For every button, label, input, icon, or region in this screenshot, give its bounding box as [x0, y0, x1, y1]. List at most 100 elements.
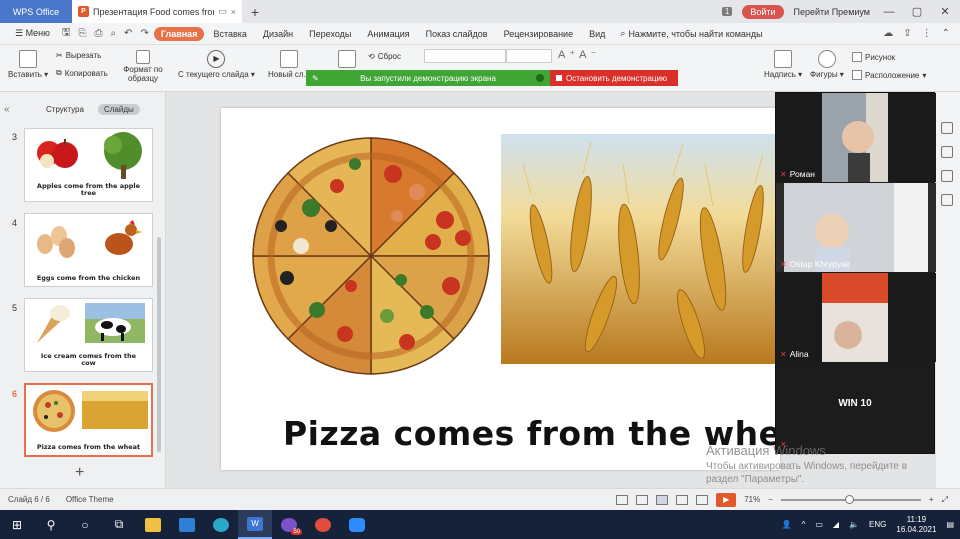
file-explorer-icon[interactable] — [136, 510, 170, 539]
current-slide[interactable]: Pizza comes from the wheat — [221, 108, 780, 470]
cut-button[interactable]: ✂ Вырезать — [56, 51, 101, 60]
premium-link[interactable]: Перейти Премиум — [794, 7, 870, 17]
pane-scrollbar[interactable] — [157, 237, 161, 452]
arrange-button[interactable]: Расположение ▾ — [852, 70, 926, 80]
login-button[interactable]: Войти — [742, 4, 784, 19]
share-icon[interactable]: ⇪ — [903, 28, 911, 39]
format-painter-button[interactable]: Формат по образцу — [120, 50, 166, 84]
tab-animation[interactable]: Анимация — [360, 27, 416, 41]
zoom-app-icon[interactable] — [340, 510, 374, 539]
task-view-icon[interactable]: ⧉ — [102, 510, 136, 539]
cursor-icon[interactable] — [941, 122, 953, 134]
undo-icon[interactable]: ↶ — [121, 28, 135, 39]
cortana-icon[interactable]: ○ — [68, 510, 102, 539]
user-icon[interactable]: 👤 — [782, 520, 792, 529]
more-icon[interactable]: ⋮ — [922, 28, 932, 39]
participant-tile[interactable]: ✕ Ostap Khrypyak — [776, 183, 936, 272]
tab-insert[interactable]: Вставка — [206, 27, 253, 41]
preview-icon[interactable]: ⌕ — [107, 28, 119, 39]
reset-icon: ⟲ — [368, 52, 375, 61]
notes-icon[interactable] — [616, 494, 629, 505]
windows-start-icon[interactable]: ⊞ — [0, 510, 34, 539]
volume-icon[interactable]: 🔈 — [849, 520, 859, 529]
participant-tile[interactable]: ✕ Роман — [776, 93, 936, 182]
mail-icon[interactable] — [170, 510, 204, 539]
add-slide-button[interactable]: + — [75, 464, 84, 482]
new-tab-button[interactable]: + — [242, 4, 268, 20]
app-tab[interactable]: WPS Office — [0, 0, 72, 23]
main-menu-button[interactable]: ☰ Меню — [8, 26, 57, 41]
chrome-icon[interactable] — [306, 510, 340, 539]
tab-transitions[interactable]: Переходы — [302, 27, 358, 41]
reading-view-icon[interactable] — [696, 494, 709, 505]
edge-icon[interactable] — [204, 510, 238, 539]
close-tab-icon[interactable]: × — [231, 7, 236, 17]
tab-view[interactable]: Вид — [582, 27, 612, 41]
normal-view-icon[interactable] — [656, 494, 669, 505]
comment-icon[interactable] — [636, 494, 649, 505]
fit-slide-icon[interactable]: ⤢ — [942, 495, 948, 505]
zoom-slider-knob[interactable] — [844, 494, 854, 504]
theme-name[interactable]: Office Theme — [66, 495, 114, 504]
close-window-icon[interactable]: ✕ — [936, 5, 954, 18]
zoom-out-icon[interactable]: − — [768, 495, 773, 504]
wps-app-icon[interactable]: W — [238, 510, 272, 539]
slideshow-play-button[interactable]: ▶ — [716, 492, 737, 507]
font-grow-shrink[interactable]: A⁺A⁻ — [558, 48, 600, 61]
cloud-icon[interactable]: ☁ — [883, 28, 893, 39]
minimize-icon[interactable]: — — [880, 6, 898, 18]
tab-design[interactable]: Дизайн — [256, 27, 300, 41]
from-current-slide-button[interactable]: ▶ С текущего слайда ▾ — [178, 50, 255, 79]
search-icon[interactable]: ⚲ — [34, 510, 68, 539]
picture-button[interactable]: Рисунок — [852, 52, 895, 62]
tab-slides[interactable]: Слайды — [97, 104, 140, 115]
document-tab[interactable]: P Презентация Food comes from ▭ × — [72, 0, 242, 23]
notifications-icon[interactable]: ▤ — [946, 520, 954, 529]
shapes-button[interactable]: Фигуры ▾ — [810, 50, 844, 79]
command-search[interactable]: ⌕ Нажмите, чтобы найти команды — [620, 28, 762, 39]
slide-sorter-icon[interactable] — [676, 494, 689, 505]
network-icon[interactable]: ◢ — [833, 520, 839, 529]
collapse-pane-icon[interactable]: « — [4, 104, 10, 115]
clock[interactable]: 11:19 16.04.2021 — [896, 515, 936, 534]
style-icon[interactable] — [941, 146, 953, 158]
participant-tile[interactable]: ✕ Alina — [776, 273, 936, 362]
copy-button[interactable]: ⧉ Копировать — [56, 68, 108, 78]
tab-outline[interactable]: Структура — [40, 104, 90, 115]
slide-thumbnail-3[interactable]: Apples come from the apple tree — [24, 128, 153, 202]
save-icon[interactable]: 🖫 — [59, 25, 74, 42]
language-indicator[interactable]: ENG — [869, 520, 886, 529]
thumbnail-number: 4 — [12, 218, 18, 228]
history-icon[interactable] — [941, 194, 953, 206]
redo-icon[interactable]: ↷ — [137, 28, 151, 39]
viber-icon[interactable]: 50 — [272, 510, 306, 539]
maximize-icon[interactable]: ▢ — [908, 5, 926, 18]
tab-slideshow[interactable]: Показ слайдов — [419, 27, 495, 41]
font-name-select[interactable] — [424, 49, 506, 63]
battery-icon[interactable]: ▭ — [815, 520, 823, 529]
collapse-ribbon-icon[interactable]: ⌃ — [942, 28, 950, 39]
window-count-badge[interactable]: 1 — [721, 7, 733, 16]
layout-button[interactable] — [338, 50, 356, 70]
zoom-level[interactable]: 71% — [744, 495, 760, 504]
print-icon[interactable]: ⎙ — [91, 28, 105, 39]
adjust-icon[interactable] — [941, 170, 953, 182]
font-size-select[interactable] — [506, 49, 552, 63]
zoom-slider[interactable] — [780, 494, 921, 504]
textbox-button[interactable]: Надпись ▾ — [764, 50, 802, 79]
slide-thumbnail-4[interactable]: Eggs come from the chicken — [24, 213, 153, 287]
monitor-icon[interactable]: ▭ — [218, 6, 227, 17]
reset-button[interactable]: ⟲ Сброс — [368, 52, 401, 61]
paste-button[interactable]: Вставить ▾ — [8, 50, 48, 79]
slide-thumbnail-6[interactable]: Pizza comes from the wheat — [24, 383, 153, 457]
pin-icon[interactable]: ✎ — [312, 74, 319, 83]
tab-home[interactable]: Главная — [153, 26, 205, 41]
eggs-chicken-image — [37, 220, 142, 258]
tab-review[interactable]: Рецензирование — [497, 27, 581, 41]
new-slide-button[interactable]: Новый сл... — [268, 50, 310, 79]
stop-share-button[interactable]: Остановить демонстрацию — [550, 70, 678, 86]
show-hidden-icons[interactable]: ^ — [802, 520, 806, 529]
zoom-in-icon[interactable]: + — [929, 495, 934, 504]
open-icon[interactable]: ⎘ — [75, 28, 89, 39]
slide-thumbnail-5[interactable]: Ice cream comes from the cow — [24, 298, 153, 372]
